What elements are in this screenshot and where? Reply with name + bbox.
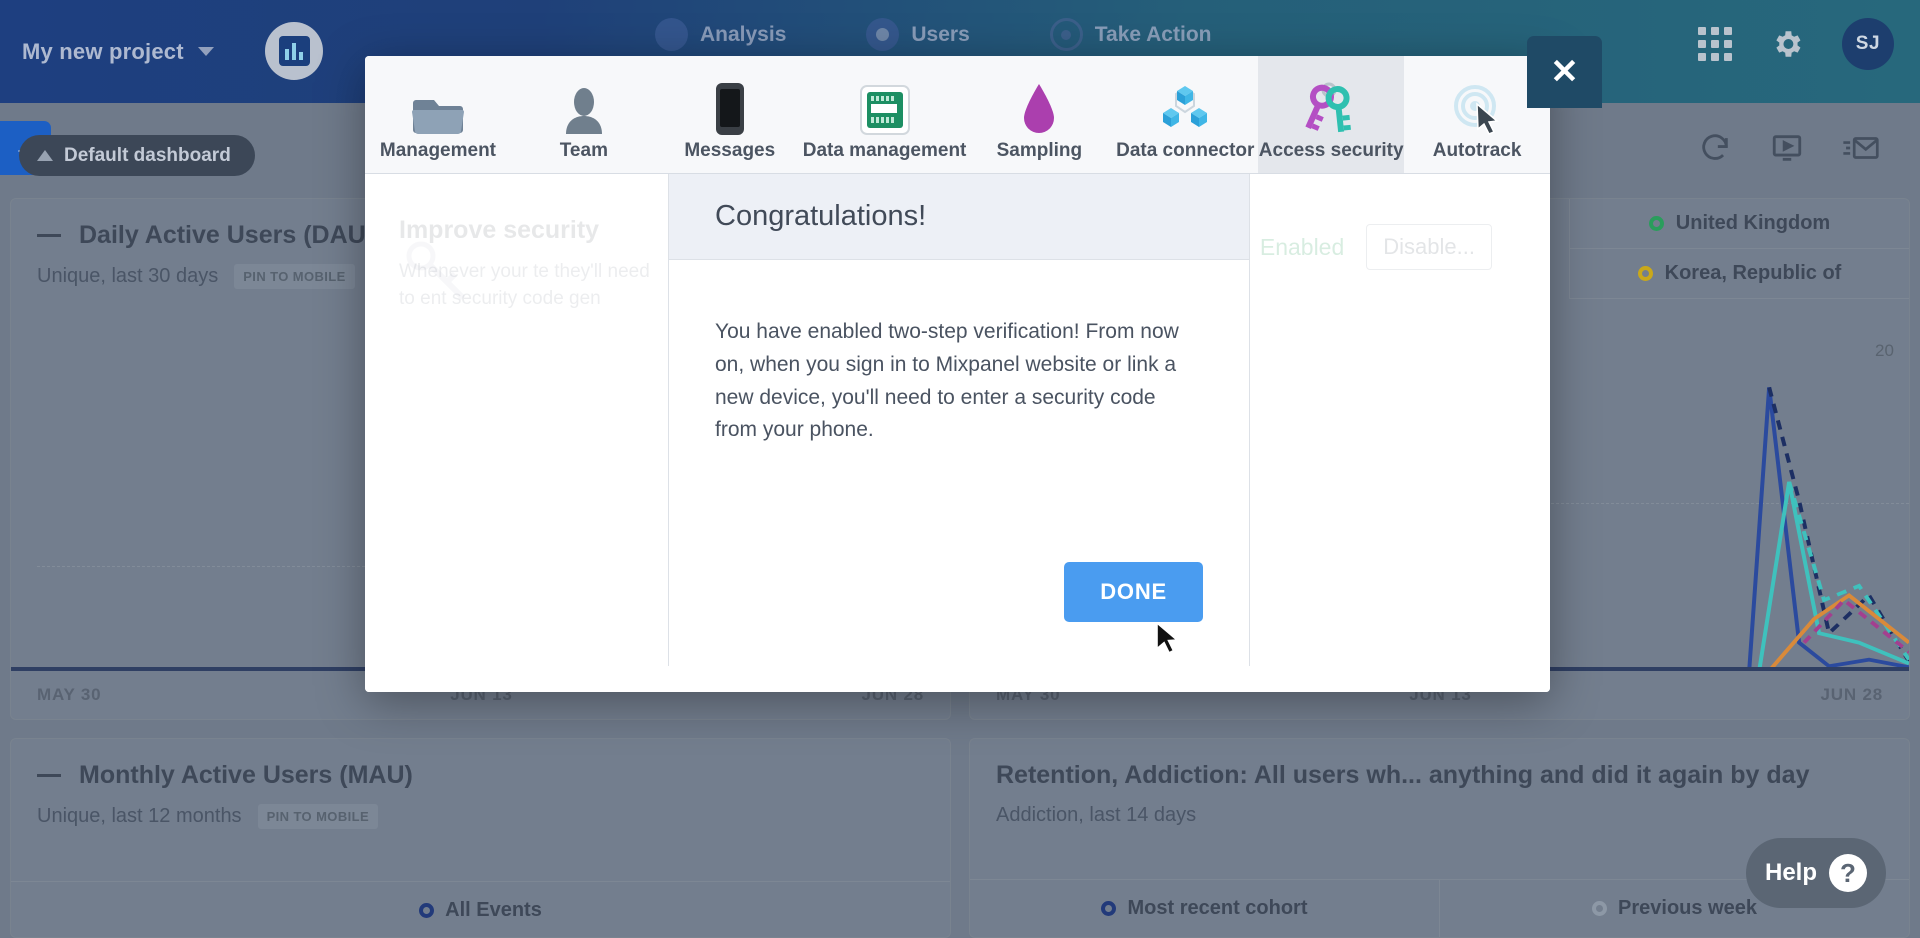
card-retention[interactable]: Retention, Addiction: All users wh... an… <box>969 738 1910 938</box>
security-heading: Improve security <box>399 216 600 244</box>
tab-label: Data connector <box>1116 140 1255 161</box>
gear-icon[interactable] <box>1770 27 1804 61</box>
tab-label: Messages <box>684 140 776 161</box>
refresh-icon[interactable] <box>1698 131 1732 170</box>
card-subtitle: Addiction, last 14 days <box>996 804 1197 826</box>
mouse-cursor <box>1155 621 1181 661</box>
pin-to-mobile-badge[interactable]: PIN TO MOBILE <box>257 804 379 829</box>
card-subtitle: Unique, last 12 months PIN TO MOBILE <box>37 804 924 829</box>
target-cursor-icon <box>1449 80 1505 136</box>
tab-label: Sampling <box>996 140 1083 161</box>
done-button[interactable]: DONE <box>1064 562 1203 622</box>
close-icon[interactable]: ✕ <box>1527 36 1602 108</box>
grid-apps-icon[interactable] <box>1698 27 1732 61</box>
nodes-icon <box>1158 80 1212 136</box>
nav-item-analysis[interactable]: Analysis <box>655 18 786 51</box>
database-icon <box>859 80 911 136</box>
legend-item[interactable]: United Kingdom <box>1569 199 1909 249</box>
dashboard-name: Default dashboard <box>64 144 231 166</box>
dialog-header: Congratulations! <box>669 174 1249 260</box>
analysis-icon <box>655 18 688 51</box>
legend-item[interactable]: Korea, Republic of <box>1569 249 1909 299</box>
nav-item-take-action[interactable]: Take Action <box>1049 18 1212 51</box>
legend-dot-icon <box>1101 901 1117 916</box>
pin-to-mobile-badge[interactable]: PIN TO MOBILE <box>234 264 355 289</box>
phone-icon <box>714 80 746 136</box>
status-badge: Enabled <box>1259 233 1345 260</box>
card-mau[interactable]: Monthly Active Users (MAU) Unique, last … <box>10 738 951 938</box>
header-actions: SJ <box>1698 18 1894 70</box>
chart-logo-icon[interactable] <box>265 22 323 80</box>
legend-dot-icon <box>1592 901 1608 916</box>
minus-icon <box>37 774 61 777</box>
nav-label: Users <box>911 22 970 46</box>
dialog-title: Congratulations! <box>715 200 927 232</box>
project-name: My new project <box>22 38 184 64</box>
chevron-down-icon <box>197 47 214 56</box>
nav-item-users[interactable]: Users <box>866 18 970 51</box>
dashboard-selector[interactable]: Default dashboard <box>19 135 255 176</box>
project-selector[interactable]: My new project <box>22 39 214 65</box>
minus-icon <box>37 234 61 237</box>
disable-button[interactable]: Disable... <box>1366 224 1492 270</box>
congratulations-dialog: Congratulations! You have enabled two-st… <box>668 174 1250 666</box>
tab-label: Autotrack <box>1432 140 1522 161</box>
legend-dot-icon <box>1648 216 1664 231</box>
tab-label: Management <box>379 140 497 161</box>
screen-root: My new project Analysis Users Take Actio… <box>0 0 1920 938</box>
dialog-body: You have enabled two-step verification! … <box>715 320 1179 442</box>
tab-access-security[interactable]: Access security <box>1258 56 1405 173</box>
nav-label: Analysis <box>700 22 787 46</box>
legend-dot-icon <box>1637 266 1653 281</box>
logo-bars <box>278 36 310 66</box>
tab-team[interactable]: Team <box>511 56 657 173</box>
security-body: Whenever your te they'll need to ent sec… <box>399 261 650 309</box>
help-label: Help <box>1764 859 1817 886</box>
question-mark-icon: ? <box>1829 854 1867 892</box>
users-icon <box>866 18 900 51</box>
legend-item[interactable]: All Events <box>11 882 950 937</box>
person-icon <box>562 80 606 136</box>
keys-icon <box>1302 80 1360 136</box>
avatar[interactable]: SJ <box>1842 18 1894 70</box>
folder-icon <box>410 80 466 136</box>
mau-legend: All Events <box>11 881 950 937</box>
tab-messages[interactable]: Messages <box>657 56 803 173</box>
tab-label: Access security <box>1258 140 1404 161</box>
primary-nav: Analysis Users Take Action <box>655 18 1211 51</box>
tab-data-connector[interactable]: Data connector <box>1112 56 1258 173</box>
tab-management[interactable]: Management <box>365 56 511 173</box>
dialog-actions: DONE <box>1064 562 1203 622</box>
settings-tab-bar: Management Team Messages Data management… <box>365 56 1550 174</box>
security-info-panel: Improve security Whenever your te they'l… <box>365 174 665 313</box>
legend-dot-icon <box>419 903 435 918</box>
card-title: Monthly Active Users (MAU) <box>37 761 924 790</box>
settings-modal: Management Team Messages Data management… <box>365 56 1550 692</box>
tab-sampling[interactable]: Sampling <box>966 56 1112 173</box>
help-button[interactable]: Help ? <box>1746 838 1886 908</box>
take-action-icon <box>1049 18 1083 51</box>
security-status-row: Enabled Disable... <box>1260 224 1492 270</box>
country-legend: United Kingdom Korea, Republic of <box>1569 199 1909 299</box>
peak-value-label: 20 <box>1875 341 1894 360</box>
card-header: Retention, Addiction: All users wh... an… <box>970 739 1909 827</box>
card-header: Monthly Active Users (MAU) Unique, last … <box>11 739 950 829</box>
card-title: Retention, Addiction: All users wh... an… <box>996 761 1810 789</box>
droplet-icon <box>1021 80 1057 136</box>
legend-item[interactable]: Most recent cohort <box>970 880 1440 937</box>
present-icon[interactable] <box>1770 131 1804 170</box>
upload-icon <box>37 150 53 161</box>
tab-label: Data management <box>802 140 967 161</box>
email-icon[interactable] <box>1842 131 1880 170</box>
nav-label: Take Action <box>1094 22 1212 46</box>
board-toolbar <box>1698 131 1880 170</box>
settings-body: Improve security Whenever your te they'l… <box>365 174 1550 692</box>
tab-label: Team <box>559 140 608 161</box>
tab-data-management[interactable]: Data management <box>802 56 967 173</box>
